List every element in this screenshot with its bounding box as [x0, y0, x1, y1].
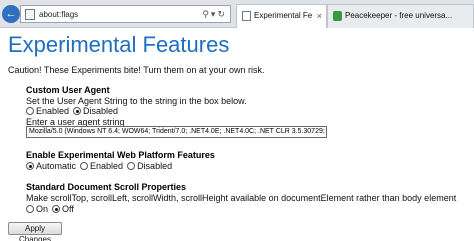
address-tools: ⚲▾↻ [202, 7, 227, 21]
tab-peacekeeper[interactable]: Peacekeeper - free universa... [327, 4, 474, 28]
radio-label: On [36, 204, 49, 214]
radio-off[interactable]: Off [52, 203, 74, 215]
tab-experimental-features[interactable]: Experimental Features × [236, 4, 327, 28]
radio-button-selected[interactable] [26, 162, 34, 170]
radio-button-selected[interactable] [52, 205, 61, 213]
radio-button-selected[interactable] [73, 107, 82, 115]
tab-label: Experimental Features [254, 11, 312, 20]
radio-disabled[interactable]: Disabled [127, 160, 172, 172]
address-text: about:flags [39, 10, 79, 19]
user-agent-input[interactable]: Mozilla/5.0 (Windows NT 6.4; WOW64; Trid… [26, 126, 327, 138]
web-platform-options: Automatic Enabled Disabled [26, 160, 176, 172]
peacekeeper-icon [333, 11, 342, 21]
page-title: Experimental Features [8, 32, 230, 57]
radio-button[interactable] [26, 205, 34, 213]
tab-label: Peacekeeper - free universa... [345, 11, 453, 20]
radio-label: Disabled [137, 161, 173, 171]
apply-changes-button[interactable]: Apply Changes [8, 222, 62, 241]
radio-label: Automatic [36, 161, 77, 171]
radio-enabled[interactable]: Enabled [80, 160, 123, 172]
page-icon [25, 9, 35, 20]
radio-on[interactable]: On [26, 203, 48, 215]
section-desc-scroll: Make scrollTop, scrollLeft, scrollWidth,… [26, 193, 457, 203]
radio-button[interactable] [26, 107, 34, 115]
scroll-options: On Off [26, 203, 78, 215]
address-bar[interactable]: about:flags ⚲▾↻ [20, 5, 231, 23]
radio-button[interactable] [80, 162, 89, 170]
caution-text: Caution! These Experiments bite! Turn th… [8, 65, 265, 75]
page-icon [242, 11, 251, 21]
radio-automatic[interactable]: Automatic [26, 160, 76, 172]
radio-label: Off [62, 204, 74, 214]
back-arrow-icon[interactable]: ← [2, 5, 20, 23]
radio-button[interactable] [127, 162, 136, 170]
refresh-icon[interactable]: ↻ [217, 9, 227, 19]
browser-chrome: ← about:flags ⚲▾↻ Experimental Features … [0, 0, 474, 28]
close-icon[interactable]: × [317, 10, 322, 22]
radio-label: Enabled [90, 161, 124, 171]
search-icon[interactable]: ⚲ [202, 9, 211, 19]
